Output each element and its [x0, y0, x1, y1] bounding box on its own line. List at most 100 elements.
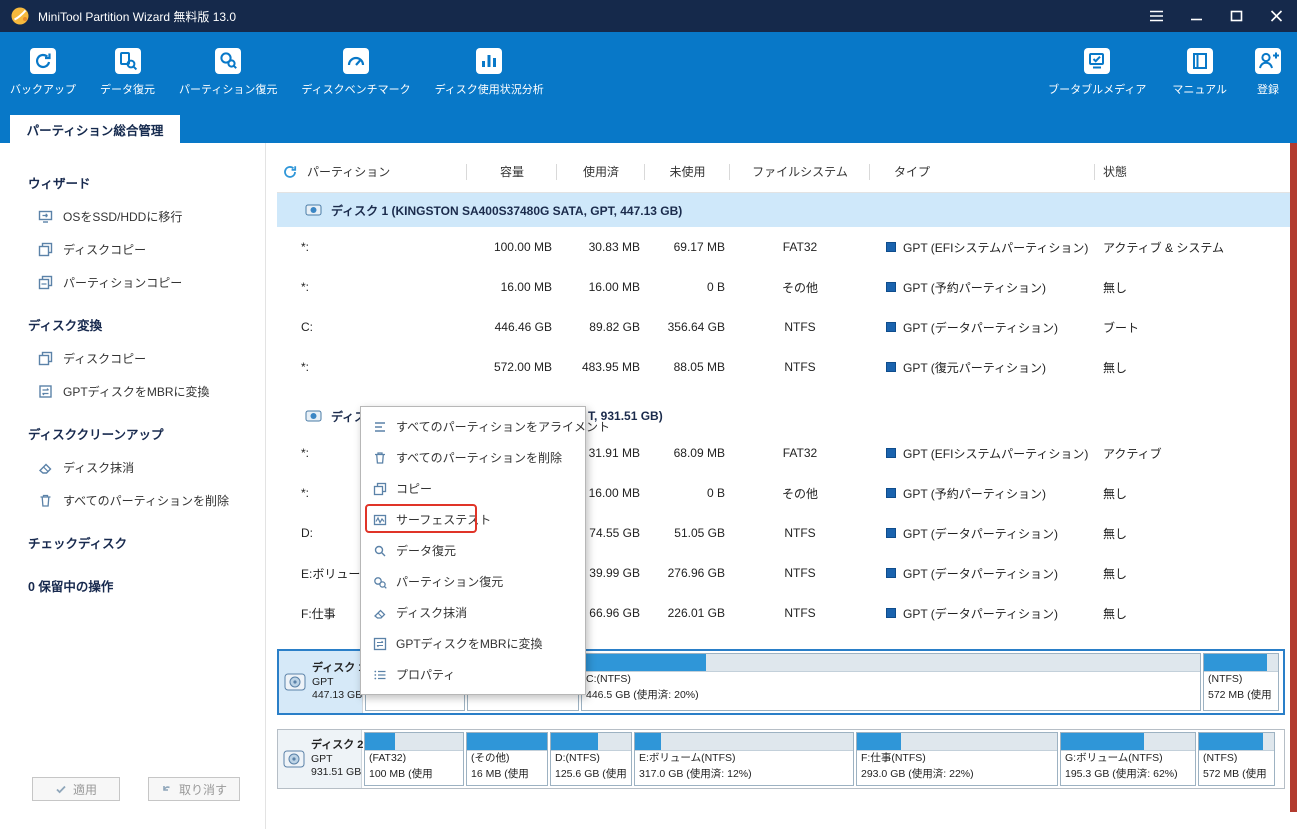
- cell-filesystem: FAT32: [730, 446, 870, 460]
- sidebar-header-check-disk[interactable]: チェックディスク: [0, 517, 265, 560]
- manual-button[interactable]: マニュアル: [1172, 46, 1227, 97]
- disk1-row[interactable]: ディスク 1 (KINGSTON SA400S37480G SATA, GPT,…: [277, 193, 1290, 227]
- register-button[interactable]: 登録: [1253, 46, 1283, 97]
- menu-icon[interactable]: [1147, 7, 1165, 25]
- segment-label: (NTFS): [1199, 751, 1274, 767]
- column-header-filesystem[interactable]: ファイルシステム: [730, 151, 870, 192]
- copy-icon: [373, 482, 387, 496]
- sidebar-item-partition-copy[interactable]: パーティションコピー: [0, 266, 265, 299]
- partition-type-swatch: [886, 448, 896, 458]
- cell-type: GPT (予約パーティション): [903, 279, 1046, 296]
- menu-item-label: ディスク抹消: [396, 604, 467, 621]
- menu-item-data-recovery[interactable]: データ復元: [361, 535, 585, 566]
- data-recovery-label: データ復元: [100, 81, 155, 97]
- cell-type: GPT (データパーティション): [903, 605, 1058, 622]
- diskmap-segment[interactable]: G:ボリューム(NTFS) 195.3 GB (使用済: 62%): [1060, 732, 1196, 786]
- diskmap-disk2-info[interactable]: ディスク 2 GPT 931.51 GB: [278, 730, 362, 788]
- cell-filesystem: その他: [730, 485, 870, 502]
- partition-recovery-button[interactable]: パーティション復元: [179, 46, 277, 97]
- cell-unused: 0 B: [645, 486, 730, 500]
- partition-type-swatch: [886, 242, 896, 252]
- diskmap-segment[interactable]: (FAT32) 100 MB (使用: [364, 732, 464, 786]
- cell-filesystem: NTFS: [730, 360, 870, 374]
- sidebar-item-label: ディスクコピー: [63, 241, 146, 258]
- cell-type: GPT (データパーティション): [903, 565, 1058, 582]
- diskmap-segment[interactable]: (その他) 16 MB (使用: [466, 732, 548, 786]
- titlebar: MiniTool Partition Wizard 無料版 13.0: [0, 0, 1297, 32]
- column-header-unused[interactable]: 未使用: [645, 151, 730, 192]
- diskmap-segment[interactable]: E:ボリューム(NTFS) 317.0 GB (使用済: 12%): [634, 732, 854, 786]
- menu-item-surface-test[interactable]: サーフェステスト: [361, 504, 585, 535]
- diskmap-segment[interactable]: (NTFS) 572 MB (使用: [1203, 653, 1279, 711]
- segment-size: 16 MB (使用: [467, 767, 547, 783]
- disk-benchmark-icon: [341, 46, 371, 76]
- disk-wipe-icon: [38, 460, 53, 475]
- diskmap-segment[interactable]: (NTFS) 572 MB (使用: [1198, 732, 1275, 786]
- sidebar-item-wipe-disk[interactable]: ディスク抹消: [0, 451, 265, 484]
- column-header-status[interactable]: 状態: [1095, 151, 1290, 192]
- column-header-used[interactable]: 使用済: [557, 151, 645, 192]
- menu-item-wipe-disk[interactable]: ディスク抹消: [361, 597, 585, 628]
- menu-item-delete-all-partitions[interactable]: すべてのパーティションを削除: [361, 442, 585, 473]
- menu-item-copy[interactable]: コピー: [361, 473, 585, 504]
- disk1-label: ディスク 1 (KINGSTON SA400S37480G SATA, GPT,…: [331, 202, 682, 219]
- partition-recovery-label: パーティション復元: [179, 81, 277, 97]
- diskmap-disk2[interactable]: ディスク 2 GPT 931.51 GB (FAT32) 100 MB (使用 …: [277, 729, 1285, 789]
- cell-unused: 68.09 MB: [645, 446, 730, 460]
- sidebar-item-migrate-os[interactable]: OSをSSD/HDDに移行: [0, 200, 265, 233]
- maximize-button[interactable]: [1227, 7, 1245, 25]
- cell-unused: 51.05 GB: [645, 526, 730, 540]
- backup-button[interactable]: バックアップ: [10, 46, 76, 97]
- bootable-media-button[interactable]: ブータブルメディア: [1048, 46, 1146, 97]
- disk2-map-name: ディスク 2: [311, 738, 363, 752]
- tab-partition-management[interactable]: パーティション総合管理: [10, 115, 180, 143]
- backup-icon: [28, 46, 58, 76]
- segment-label: D:(NTFS): [551, 751, 631, 767]
- refresh-icon[interactable]: [283, 165, 297, 179]
- menu-item-partition-recovery[interactable]: パーティション復元: [361, 566, 585, 597]
- undo-button[interactable]: 取り消す: [148, 777, 240, 801]
- sidebar-item-delete-all-partitions[interactable]: すべてのパーティションを削除: [0, 484, 265, 517]
- cell-unused: 88.05 MB: [645, 360, 730, 374]
- minimize-button[interactable]: [1187, 7, 1205, 25]
- diskmap-disk1-info[interactable]: ディスク 1 GPT 447.13 GB: [279, 651, 363, 713]
- menu-item-align-all-partitions[interactable]: すべてのパーティションをアライメント: [361, 411, 585, 442]
- disk2-map-size: 931.51 GB: [311, 766, 363, 780]
- disk2-map-scheme: GPT: [311, 753, 363, 767]
- disk-usage-analysis-button[interactable]: ディスク使用状況分析: [435, 46, 544, 97]
- diskmap-segment[interactable]: D:(NTFS) 125.6 GB (使用: [550, 732, 632, 786]
- menu-item-convert-gpt-to-mbr[interactable]: GPTディスクをMBRに変換: [361, 628, 585, 659]
- window-title: MiniTool Partition Wizard 無料版 13.0: [38, 8, 236, 25]
- delete-all-partitions-icon: [38, 493, 53, 508]
- sidebar-item-convert-gpt-mbr[interactable]: GPTディスクをMBRに変換: [0, 375, 265, 408]
- sidebar-item-disk-copy-wizard[interactable]: ディスクコピー: [0, 233, 265, 266]
- partition-row[interactable]: *: 100.00 MB 30.83 MB 69.17 MB FAT32 GPT…: [277, 227, 1290, 267]
- partition-row[interactable]: *: 16.00 MB 16.00 MB 0 B その他 GPT (予約パーティ…: [277, 267, 1290, 307]
- segment-size: 293.0 GB (使用済: 22%): [857, 767, 1057, 783]
- sidebar-item-disk-copy[interactable]: ディスクコピー: [0, 342, 265, 375]
- column-header-type[interactable]: タイプ: [870, 151, 1095, 192]
- close-button[interactable]: [1267, 7, 1285, 25]
- disk-benchmark-button[interactable]: ディスクベンチマーク: [301, 46, 410, 97]
- segment-label: F:仕事(NTFS): [857, 751, 1057, 767]
- undo-icon: [161, 783, 173, 795]
- partition-row[interactable]: C: 446.46 GB 89.82 GB 356.64 GB NTFS GPT…: [277, 307, 1290, 347]
- partition-row[interactable]: *: 572.00 MB 483.95 MB 88.05 MB NTFS GPT…: [277, 347, 1290, 387]
- diskmap-segment[interactable]: F:仕事(NTFS) 293.0 GB (使用済: 22%): [856, 732, 1058, 786]
- cell-filesystem: NTFS: [730, 606, 870, 620]
- disk-copy-icon: [38, 351, 53, 366]
- segment-label: (その他): [467, 751, 547, 767]
- diskmap-segment[interactable]: C:(NTFS) 446.5 GB (使用済: 20%): [581, 653, 1201, 711]
- column-header-partition[interactable]: パーティション: [307, 163, 390, 180]
- minitool-logo-icon: [10, 6, 30, 26]
- cell-type: GPT (予約パーティション): [903, 485, 1046, 502]
- apply-button[interactable]: 適用: [32, 777, 120, 801]
- segment-size: 195.3 GB (使用済: 62%): [1061, 767, 1195, 783]
- column-header-capacity[interactable]: 容量: [467, 151, 557, 192]
- delete-all-partitions-icon: [373, 451, 387, 465]
- data-recovery-button[interactable]: データ復元: [100, 46, 155, 97]
- disk-drive-icon: [282, 747, 306, 771]
- menu-item-properties[interactable]: プロパティ: [361, 659, 585, 690]
- segment-label: G:ボリューム(NTFS): [1061, 751, 1195, 767]
- sidebar-item-label: ディスクコピー: [63, 350, 146, 367]
